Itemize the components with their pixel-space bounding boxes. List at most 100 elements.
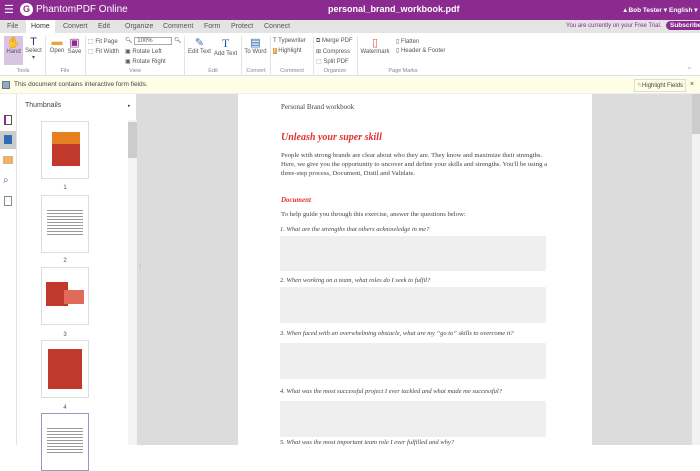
thumbnail-page-3[interactable]	[41, 267, 89, 325]
thumbnail-page-4[interactable]	[41, 340, 89, 398]
question-3: 3. When faced with an overwhelming obsta…	[280, 330, 514, 337]
notice-text: This document contains interactive form …	[14, 81, 148, 88]
attachments-icon[interactable]	[4, 196, 12, 206]
collapse-ribbon-icon[interactable]: ^	[688, 67, 691, 73]
thumbnail-label: 1	[41, 185, 89, 191]
thumbnails-title: Thumbnails	[25, 102, 61, 109]
doc-subheading: Document	[281, 196, 311, 204]
search-icon[interactable]: ⌕	[3, 175, 9, 186]
question-4: 4. What was the most successful project …	[280, 388, 502, 395]
thumbnails-scrollbar[interactable]	[128, 120, 137, 445]
language-menu[interactable]: English ▾	[669, 6, 698, 14]
select-tool-button[interactable]: TSelect▾	[25, 36, 42, 61]
tab-edit[interactable]: Edit	[93, 20, 115, 33]
fit-width-button[interactable]: ⬚ Fit Width	[88, 48, 119, 55]
tab-organize[interactable]: Organize	[120, 20, 158, 33]
compress-button[interactable]: ⊞ Compress	[316, 48, 350, 55]
watermark-icon: ▯	[359, 36, 391, 49]
zoom-out-icon[interactable]: 🔍︎	[125, 38, 133, 44]
ribbon: ✋Hand TSelect▾ Tools ▬Open ▣Save File ⬚ …	[0, 33, 700, 76]
group-comment: Comment	[271, 68, 313, 74]
open-button[interactable]: ▬Open	[48, 36, 66, 54]
group-view: View	[86, 68, 184, 74]
group-organize: Organize	[314, 68, 356, 74]
document-scrollbar[interactable]	[692, 94, 700, 445]
user-menu[interactable]: ▲Bob Tester ▾	[622, 6, 667, 14]
thumbnail-page-5[interactable]	[41, 413, 89, 471]
group-convert: Convert	[242, 68, 270, 74]
app-name: PhantomPDF Online	[36, 4, 128, 15]
rotate-right-button[interactable]: ▣ Rotate Right	[125, 58, 166, 65]
doc-header: Personal Brand workbook	[281, 103, 354, 111]
highlight-button[interactable]: T Highlight	[273, 48, 302, 54]
thumbnail-page-2[interactable]	[41, 195, 89, 253]
thumbnail-page-1[interactable]	[41, 121, 89, 179]
thumbnail-label: 2	[41, 258, 89, 264]
logo-icon: G	[20, 3, 33, 16]
menu-icon[interactable]: ☰	[4, 3, 14, 16]
answer-field-3[interactable]	[280, 343, 546, 379]
document-viewport: ⋮ Personal Brand workbook Unleash your s…	[137, 94, 692, 445]
doc-intro-paragraph: People with strong brands are clear abou…	[281, 151, 551, 178]
add-text-button[interactable]: TAdd Text	[213, 36, 238, 57]
highlight-fields-button[interactable]: ✎Highlight Fields	[634, 79, 686, 92]
doc-instructions: To help guide you through this exercise,…	[281, 211, 466, 218]
edit-text-button[interactable]: ✎Edit Text	[187, 36, 212, 55]
pdf-page: Personal Brand workbook Unleash your sup…	[238, 94, 592, 445]
thumbnails-panel: Thumbnails ▸ 1 2 3 4	[17, 94, 137, 445]
tab-convert[interactable]: Convert	[58, 20, 93, 33]
group-file: File	[46, 68, 84, 74]
hand-icon: ✋	[4, 36, 23, 49]
form-icon	[2, 81, 10, 89]
group-edit: Edit	[186, 68, 240, 74]
to-word-button[interactable]: ▤To Word	[243, 36, 268, 55]
thumbnails-icon[interactable]	[0, 131, 16, 149]
group-page-marks: Page Marks	[358, 68, 448, 74]
tab-home[interactable]: Home	[26, 20, 55, 33]
file-name: personal_brand_workbook.pdf	[328, 4, 460, 14]
title-bar: ☰ G PhantomPDF Online personal_brand_wor…	[0, 0, 700, 20]
panel-options-icon[interactable]: ▸	[128, 103, 131, 109]
close-notice-icon[interactable]: ×	[690, 81, 694, 88]
form-fields-notice: This document contains interactive form …	[0, 77, 700, 94]
answer-field-4[interactable]	[280, 401, 546, 437]
tab-protect[interactable]: Protect	[226, 20, 258, 33]
folder-icon: ▬	[48, 36, 66, 48]
header-footer-button[interactable]: ▯ Header & Footer	[396, 47, 445, 54]
save-button[interactable]: ▣Save	[67, 36, 82, 55]
left-toolbar: ⌕	[0, 94, 17, 445]
subscribe-button[interactable]: Subscribe	[666, 21, 700, 30]
panel-resize-handle[interactable]: ⋮	[137, 264, 143, 271]
split-pdf-button[interactable]: ⬚ Split PDF	[316, 58, 349, 65]
tab-connect[interactable]: Connect	[259, 20, 295, 33]
menu-tabs: File Home Convert Edit Organize Comment …	[0, 20, 700, 33]
watermark-button[interactable]: ▯Watermark	[359, 36, 391, 55]
zoom-in-icon[interactable]: 🔍︎	[174, 38, 182, 44]
comments-icon[interactable]	[3, 156, 13, 164]
group-tools: Tools	[4, 68, 42, 74]
rotate-left-button[interactable]: ▣ Rotate Left	[125, 48, 162, 55]
save-icon: ▣	[67, 36, 82, 49]
select-icon: T	[25, 36, 42, 48]
tab-file[interactable]: File	[2, 20, 23, 33]
edit-text-icon: ✎	[187, 36, 212, 49]
question-2: 2. When working on a team, what roles do…	[280, 277, 430, 284]
zoom-select[interactable]: 100%	[134, 37, 172, 45]
merge-pdf-button[interactable]: ⧉ Merge PDF	[316, 38, 353, 45]
question-1: 1. What are the strengths that others ac…	[280, 226, 429, 233]
tab-form[interactable]: Form	[199, 20, 225, 33]
typewriter-button[interactable]: T Typewriter	[273, 38, 306, 44]
add-text-icon: T	[213, 36, 238, 51]
doc-heading: Unleash your super skill	[281, 132, 382, 143]
fit-page-button[interactable]: ⬚ Fit Page	[88, 38, 118, 45]
thumbnail-label: 4	[41, 405, 89, 411]
page-icon[interactable]	[4, 115, 12, 125]
flatten-button[interactable]: ▯ Flatten	[396, 38, 419, 45]
answer-field-2[interactable]	[280, 287, 546, 323]
tab-comment[interactable]: Comment	[158, 20, 198, 33]
hand-tool-button[interactable]: ✋Hand	[4, 36, 23, 65]
answer-field-1[interactable]	[280, 236, 546, 271]
trial-text: You are currently on your Free Trial.	[566, 23, 662, 29]
thumbnail-label: 3	[41, 332, 89, 338]
word-icon: ▤	[243, 36, 268, 49]
